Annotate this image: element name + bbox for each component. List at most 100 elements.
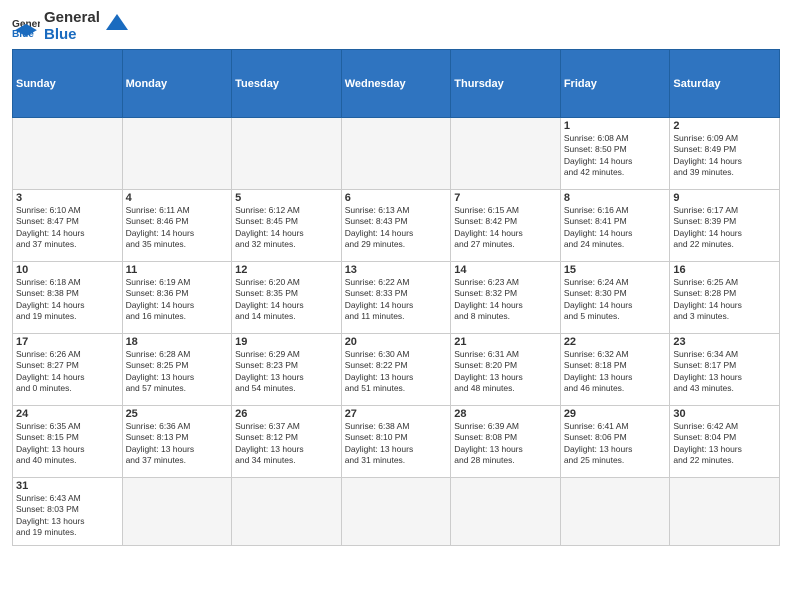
calendar-cell: 17Sunrise: 6:26 AM Sunset: 8:27 PM Dayli… [13, 334, 123, 406]
day-info: Sunrise: 6:24 AM Sunset: 8:30 PM Dayligh… [564, 277, 667, 323]
day-number: 22 [564, 336, 667, 348]
day-info: Sunrise: 6:30 AM Sunset: 8:22 PM Dayligh… [345, 349, 448, 395]
day-info: Sunrise: 6:36 AM Sunset: 8:13 PM Dayligh… [126, 421, 229, 467]
calendar-cell [451, 118, 561, 190]
calendar-cell: 16Sunrise: 6:25 AM Sunset: 8:28 PM Dayli… [670, 262, 780, 334]
day-number: 15 [564, 264, 667, 276]
day-number: 16 [673, 264, 776, 276]
calendar-cell [341, 478, 451, 546]
day-info: Sunrise: 6:37 AM Sunset: 8:12 PM Dayligh… [235, 421, 338, 467]
day-info: Sunrise: 6:19 AM Sunset: 8:36 PM Dayligh… [126, 277, 229, 323]
weekday-header-friday: Friday [560, 50, 670, 118]
day-number: 7 [454, 192, 557, 204]
day-info: Sunrise: 6:15 AM Sunset: 8:42 PM Dayligh… [454, 205, 557, 251]
day-info: Sunrise: 6:13 AM Sunset: 8:43 PM Dayligh… [345, 205, 448, 251]
calendar-cell [122, 478, 232, 546]
day-number: 4 [126, 192, 229, 204]
day-info: Sunrise: 6:25 AM Sunset: 8:28 PM Dayligh… [673, 277, 776, 323]
day-info: Sunrise: 6:22 AM Sunset: 8:33 PM Dayligh… [345, 277, 448, 323]
calendar-cell [232, 118, 342, 190]
day-number: 12 [235, 264, 338, 276]
calendar-cell: 20Sunrise: 6:30 AM Sunset: 8:22 PM Dayli… [341, 334, 451, 406]
day-number: 30 [673, 408, 776, 420]
day-number: 29 [564, 408, 667, 420]
calendar-cell: 1Sunrise: 6:08 AM Sunset: 8:50 PM Daylig… [560, 118, 670, 190]
day-number: 23 [673, 336, 776, 348]
day-number: 27 [345, 408, 448, 420]
day-info: Sunrise: 6:34 AM Sunset: 8:17 PM Dayligh… [673, 349, 776, 395]
generalblue-icon: General Blue [12, 16, 40, 38]
day-info: Sunrise: 6:11 AM Sunset: 8:46 PM Dayligh… [126, 205, 229, 251]
calendar-cell: 25Sunrise: 6:36 AM Sunset: 8:13 PM Dayli… [122, 406, 232, 478]
calendar-week-row: 31Sunrise: 6:43 AM Sunset: 8:03 PM Dayli… [13, 478, 780, 546]
day-info: Sunrise: 6:10 AM Sunset: 8:47 PM Dayligh… [16, 205, 119, 251]
calendar-cell: 30Sunrise: 6:42 AM Sunset: 8:04 PM Dayli… [670, 406, 780, 478]
weekday-header-wednesday: Wednesday [341, 50, 451, 118]
calendar-cell: 22Sunrise: 6:32 AM Sunset: 8:18 PM Dayli… [560, 334, 670, 406]
day-info: Sunrise: 6:16 AM Sunset: 8:41 PM Dayligh… [564, 205, 667, 251]
calendar-week-row: 3Sunrise: 6:10 AM Sunset: 8:47 PM Daylig… [13, 190, 780, 262]
day-number: 11 [126, 264, 229, 276]
day-number: 17 [16, 336, 119, 348]
svg-text:Blue: Blue [12, 29, 34, 38]
day-info: Sunrise: 6:17 AM Sunset: 8:39 PM Dayligh… [673, 205, 776, 251]
page: General Blue General Blue SundayMondayTu… [0, 0, 792, 612]
calendar-cell [13, 118, 123, 190]
day-number: 6 [345, 192, 448, 204]
day-info: Sunrise: 6:38 AM Sunset: 8:10 PM Dayligh… [345, 421, 448, 467]
calendar-cell [341, 118, 451, 190]
logo-general-text: General [44, 10, 100, 27]
day-number: 18 [126, 336, 229, 348]
day-number: 20 [345, 336, 448, 348]
day-info: Sunrise: 6:20 AM Sunset: 8:35 PM Dayligh… [235, 277, 338, 323]
calendar-cell [451, 478, 561, 546]
day-info: Sunrise: 6:12 AM Sunset: 8:45 PM Dayligh… [235, 205, 338, 251]
day-info: Sunrise: 6:35 AM Sunset: 8:15 PM Dayligh… [16, 421, 119, 467]
calendar-cell: 19Sunrise: 6:29 AM Sunset: 8:23 PM Dayli… [232, 334, 342, 406]
calendar-cell: 3Sunrise: 6:10 AM Sunset: 8:47 PM Daylig… [13, 190, 123, 262]
calendar-cell: 2Sunrise: 6:09 AM Sunset: 8:49 PM Daylig… [670, 118, 780, 190]
calendar-cell: 10Sunrise: 6:18 AM Sunset: 8:38 PM Dayli… [13, 262, 123, 334]
day-number: 8 [564, 192, 667, 204]
day-number: 9 [673, 192, 776, 204]
calendar-week-row: 17Sunrise: 6:26 AM Sunset: 8:27 PM Dayli… [13, 334, 780, 406]
day-info: Sunrise: 6:08 AM Sunset: 8:50 PM Dayligh… [564, 133, 667, 179]
calendar-cell: 24Sunrise: 6:35 AM Sunset: 8:15 PM Dayli… [13, 406, 123, 478]
calendar-table: SundayMondayTuesdayWednesdayThursdayFrid… [12, 49, 780, 546]
day-number: 13 [345, 264, 448, 276]
day-info: Sunrise: 6:09 AM Sunset: 8:49 PM Dayligh… [673, 133, 776, 179]
calendar-cell: 26Sunrise: 6:37 AM Sunset: 8:12 PM Dayli… [232, 406, 342, 478]
day-info: Sunrise: 6:39 AM Sunset: 8:08 PM Dayligh… [454, 421, 557, 467]
weekday-header-sunday: Sunday [13, 50, 123, 118]
day-number: 25 [126, 408, 229, 420]
day-info: Sunrise: 6:42 AM Sunset: 8:04 PM Dayligh… [673, 421, 776, 467]
day-number: 26 [235, 408, 338, 420]
day-info: Sunrise: 6:28 AM Sunset: 8:25 PM Dayligh… [126, 349, 229, 395]
day-info: Sunrise: 6:31 AM Sunset: 8:20 PM Dayligh… [454, 349, 557, 395]
day-info: Sunrise: 6:26 AM Sunset: 8:27 PM Dayligh… [16, 349, 119, 395]
calendar-cell [670, 478, 780, 546]
day-number: 14 [454, 264, 557, 276]
day-number: 31 [16, 480, 119, 492]
calendar-cell: 14Sunrise: 6:23 AM Sunset: 8:32 PM Dayli… [451, 262, 561, 334]
day-number: 10 [16, 264, 119, 276]
calendar-cell [560, 478, 670, 546]
calendar-cell: 29Sunrise: 6:41 AM Sunset: 8:06 PM Dayli… [560, 406, 670, 478]
calendar-cell: 28Sunrise: 6:39 AM Sunset: 8:08 PM Dayli… [451, 406, 561, 478]
calendar-cell [122, 118, 232, 190]
calendar-cell: 18Sunrise: 6:28 AM Sunset: 8:25 PM Dayli… [122, 334, 232, 406]
weekday-header-monday: Monday [122, 50, 232, 118]
day-info: Sunrise: 6:23 AM Sunset: 8:32 PM Dayligh… [454, 277, 557, 323]
calendar-cell: 5Sunrise: 6:12 AM Sunset: 8:45 PM Daylig… [232, 190, 342, 262]
day-number: 2 [673, 120, 776, 132]
calendar-cell: 8Sunrise: 6:16 AM Sunset: 8:41 PM Daylig… [560, 190, 670, 262]
day-number: 3 [16, 192, 119, 204]
calendar-week-row: 10Sunrise: 6:18 AM Sunset: 8:38 PM Dayli… [13, 262, 780, 334]
day-number: 21 [454, 336, 557, 348]
day-number: 1 [564, 120, 667, 132]
day-info: Sunrise: 6:29 AM Sunset: 8:23 PM Dayligh… [235, 349, 338, 395]
day-number: 5 [235, 192, 338, 204]
calendar-cell: 7Sunrise: 6:15 AM Sunset: 8:42 PM Daylig… [451, 190, 561, 262]
logo: General Blue General Blue [12, 10, 128, 43]
header: General Blue General Blue [12, 10, 780, 43]
